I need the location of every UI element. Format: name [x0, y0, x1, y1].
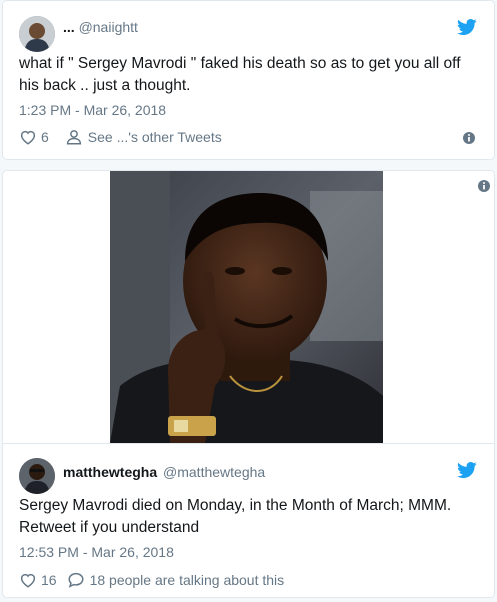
heart-icon[interactable]	[19, 128, 37, 146]
info-icon[interactable]	[477, 179, 491, 193]
info-icon[interactable]	[462, 131, 476, 145]
display-name[interactable]: ...	[63, 19, 75, 35]
tweet-card-1: ... @naiightt what if " Sergey Mavrodi "…	[2, 0, 495, 160]
user-handle[interactable]: @naiightt	[79, 19, 138, 35]
tweet-text: what if " Sergey Mavrodi " faked his dea…	[19, 55, 461, 94]
heart-icon[interactable]	[19, 571, 37, 589]
twitter-bird-icon[interactable]	[457, 17, 477, 37]
person-icon[interactable]	[65, 128, 83, 146]
media-divider	[3, 443, 494, 444]
tweet-timestamp[interactable]: 12:53 PM - Mar 26, 2018	[19, 543, 174, 561]
display-name[interactable]: matthewtegha	[63, 464, 157, 480]
speech-bubble-icon[interactable]	[67, 571, 85, 589]
avatar[interactable]	[19, 16, 55, 52]
tweet-card-2: matthewtegha @matthewtegha Sergey Mavrod…	[2, 170, 495, 598]
conversation-link[interactable]: 18 people are talking about this	[90, 571, 285, 589]
like-count: 16	[41, 572, 57, 588]
tweet-timestamp[interactable]: 1:23 PM - Mar 26, 2018	[19, 101, 166, 119]
tweet-text: Sergey Mavrodi died on Monday, in the Mo…	[19, 497, 452, 536]
tweet-media-image[interactable]	[110, 171, 383, 443]
user-handle[interactable]: @matthewtegha	[163, 464, 265, 480]
like-count: 6	[41, 129, 49, 145]
avatar[interactable]	[19, 458, 55, 494]
twitter-bird-icon[interactable]	[457, 460, 477, 480]
other-tweets-link[interactable]: See ...'s other Tweets	[88, 128, 222, 146]
